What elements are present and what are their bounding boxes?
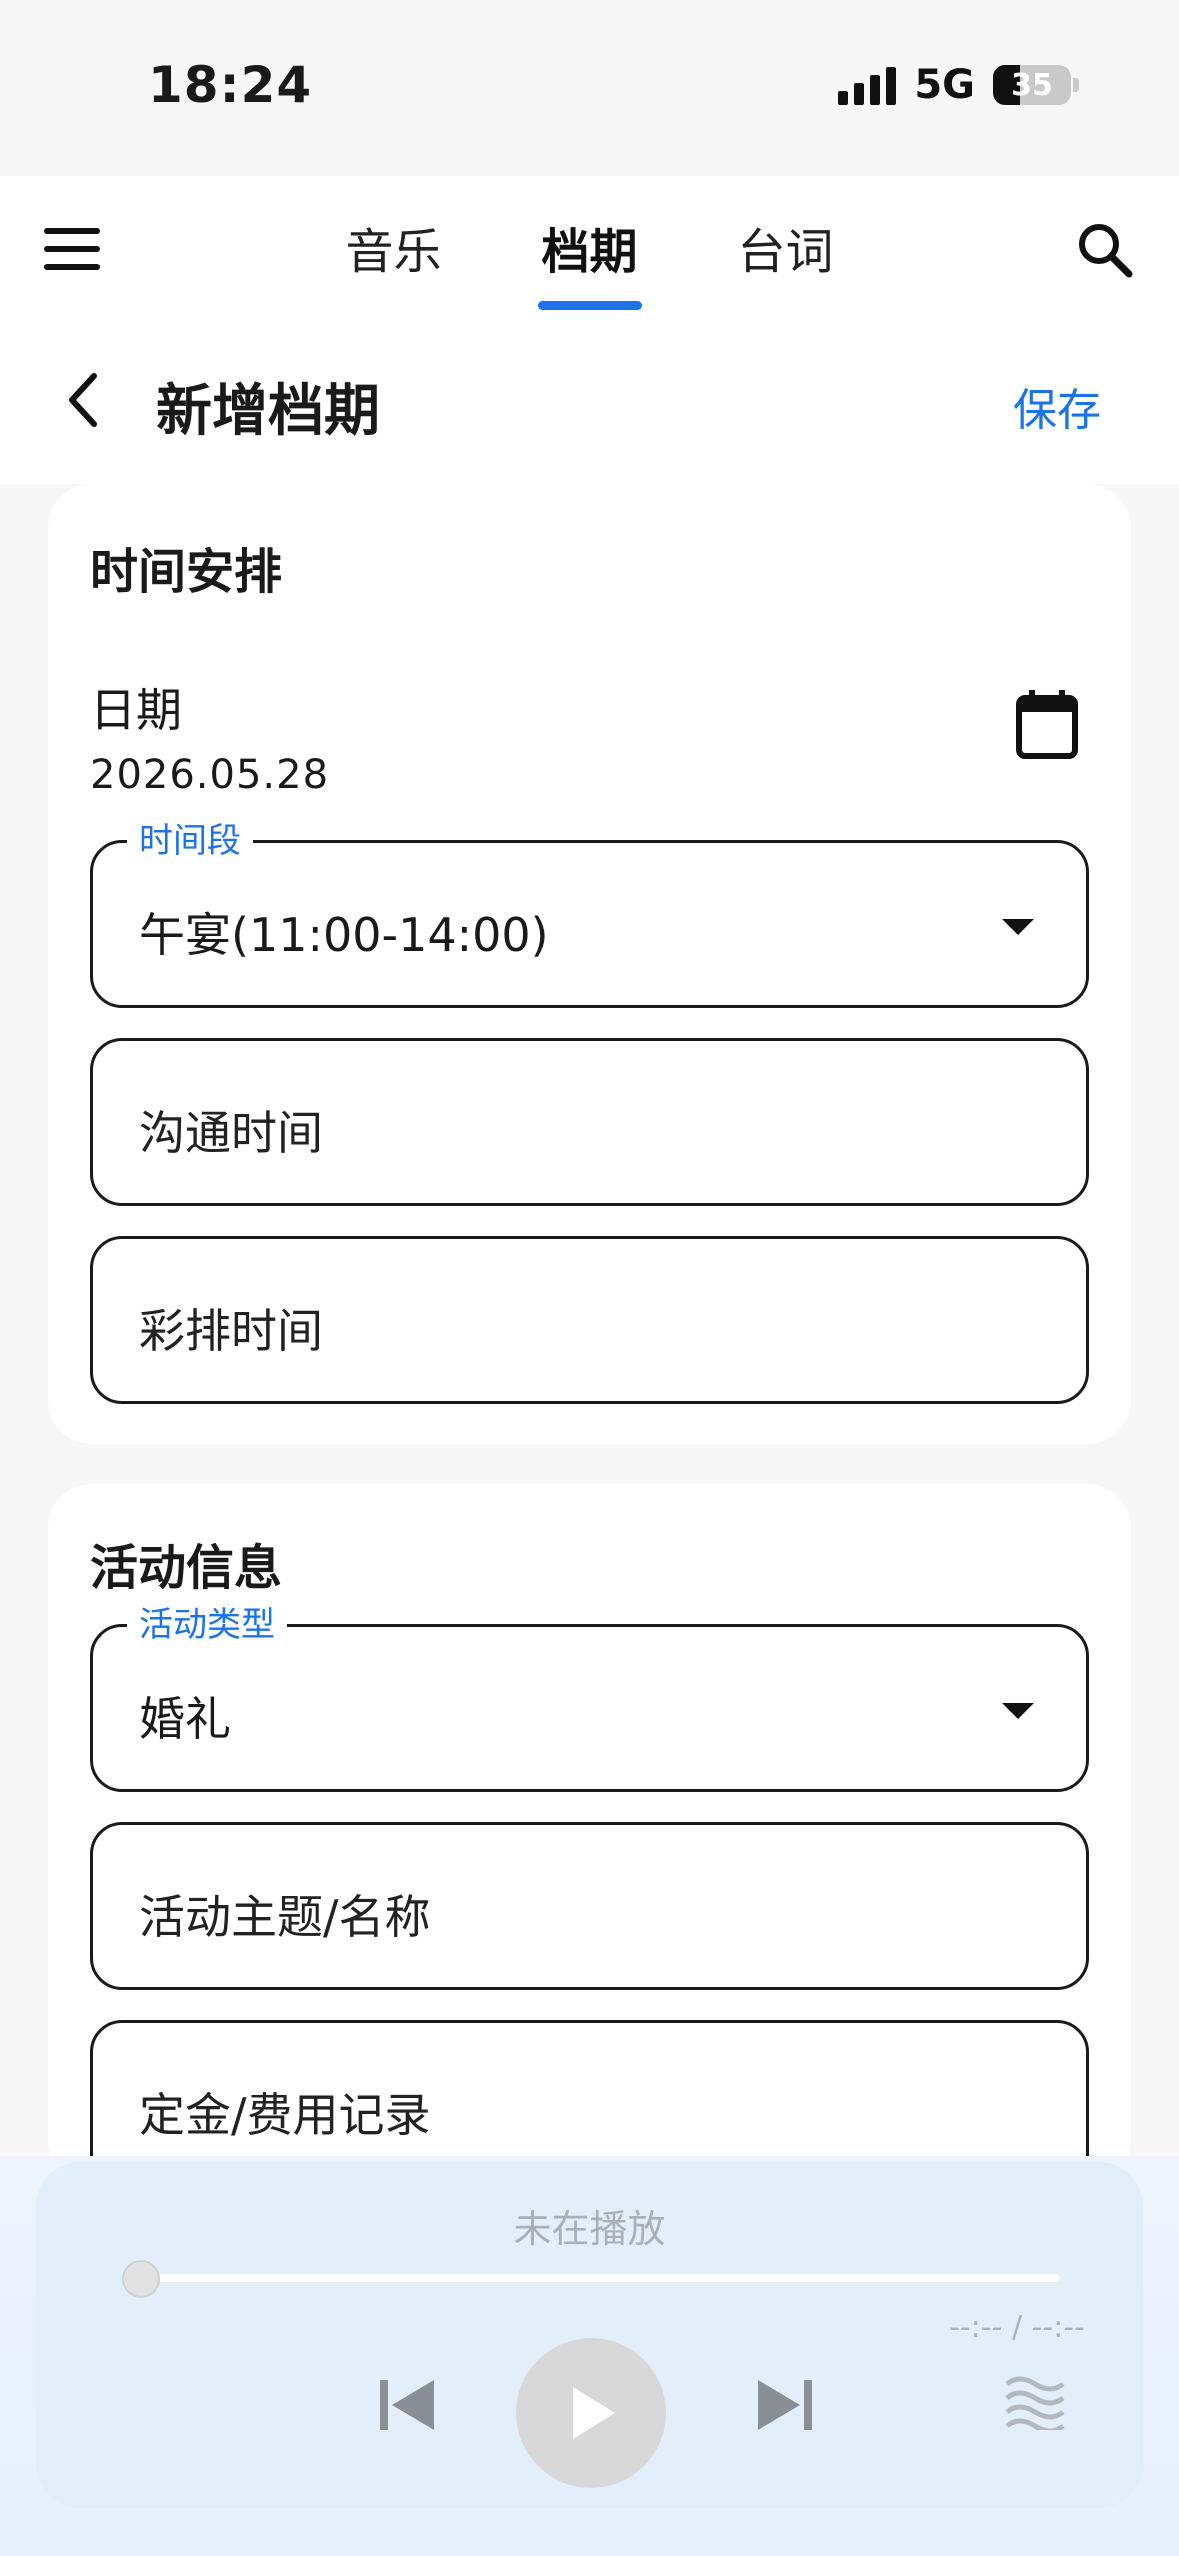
communication-time-field[interactable]: 沟通时间 [90, 1038, 1089, 1206]
tab-schedule[interactable]: 档期 [492, 212, 688, 310]
signal-icon [838, 65, 897, 105]
top-nav: 音乐 档期 台词 [0, 176, 1179, 320]
play-icon [573, 2387, 615, 2439]
chevron-left-icon[interactable] [60, 368, 110, 432]
skip-next-icon[interactable] [750, 2370, 820, 2440]
time-slot-select[interactable]: 时间段 午宴(11:00-14:00) [90, 819, 1089, 1008]
progress-thumb[interactable] [122, 2260, 160, 2298]
activity-type-label: 活动类型 [127, 1603, 287, 1647]
status-indicators: 5G 35 [838, 62, 1079, 108]
schedule-card: 时间安排 日期 2026.05.28 时间段 午宴(11:00-14:00) 沟… [48, 484, 1131, 1444]
play-button[interactable] [516, 2338, 666, 2488]
tab-music[interactable]: 音乐 [296, 212, 492, 310]
communication-time-placeholder: 沟通时间 [139, 1106, 323, 1160]
status-time: 18:24 [148, 56, 313, 114]
progress-track[interactable] [140, 2274, 1060, 2282]
rehearsal-time-field[interactable]: 彩排时间 [90, 1236, 1089, 1404]
tab-lines[interactable]: 台词 [688, 212, 884, 310]
dropdown-arrow-icon [1002, 1703, 1034, 1719]
time-slot-value: 午宴(11:00-14:00) [139, 908, 549, 962]
tab-bar: 音乐 档期 台词 [0, 212, 1179, 310]
player-status: 未在播放 [513, 2207, 666, 2251]
activity-card: 活动信息 活动类型 婚礼 活动主题/名称 定金/费用记录 [48, 1484, 1131, 2188]
battery-level: 35 [1011, 67, 1053, 103]
activity-type-value: 婚礼 [139, 1692, 231, 1746]
activity-type-select[interactable]: 活动类型 婚礼 [90, 1603, 1089, 1792]
skip-previous-icon[interactable] [372, 2370, 442, 2440]
battery-icon: 35 [993, 65, 1079, 105]
theme-name-field[interactable]: 活动主题/名称 [90, 1822, 1089, 1990]
rehearsal-time-placeholder: 彩排时间 [139, 1304, 323, 1358]
date-label: 日期 [90, 683, 182, 737]
time-slot-label: 时间段 [127, 819, 253, 863]
status-bar: 18:24 5G 35 [0, 0, 1179, 176]
deposit-placeholder: 定金/费用记录 [139, 2088, 431, 2142]
page-header: 新增档期 保存 [0, 320, 1179, 484]
theme-name-placeholder: 活动主题/名称 [139, 1890, 431, 1944]
card-title-schedule: 时间安排 [90, 544, 283, 600]
waveform-icon[interactable] [1003, 2370, 1067, 2430]
mini-player: 未在播放 --:-- / --:-- [36, 2162, 1143, 2508]
date-row[interactable]: 日期 2026.05.28 [90, 674, 1089, 804]
network-type: 5G [914, 62, 975, 108]
search-icon[interactable] [1075, 220, 1135, 280]
save-button[interactable]: 保存 [1013, 374, 1101, 438]
dropdown-arrow-icon [1002, 919, 1034, 935]
card-title-activity: 活动信息 [90, 1540, 283, 1596]
calendar-icon[interactable] [1015, 688, 1079, 760]
page-title: 新增档期 [156, 379, 380, 444]
date-value: 2026.05.28 [90, 752, 330, 798]
time-readout: --:-- / --:-- [949, 2310, 1085, 2345]
